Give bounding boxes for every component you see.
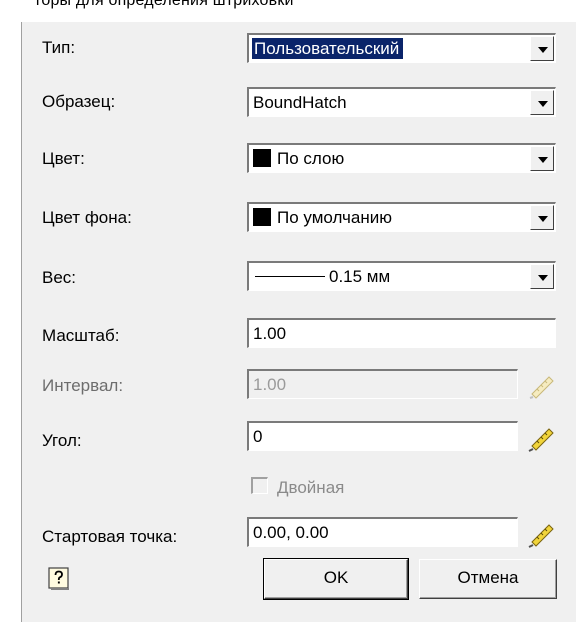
ruler-pencil-icon bbox=[529, 376, 554, 399]
angle-value: 0 bbox=[253, 427, 263, 446]
double-label: Двойная bbox=[277, 478, 345, 497]
chevron-down-icon[interactable] bbox=[530, 36, 554, 61]
color-label: Цвет: bbox=[42, 149, 85, 168]
scale-label: Масштаб: bbox=[42, 326, 120, 345]
type-value: Пользовательский bbox=[252, 38, 404, 59]
scale-input[interactable]: 1.00 bbox=[247, 318, 556, 348]
color-dropdown[interactable]: По слою bbox=[247, 143, 556, 173]
scale-value: 1.00 bbox=[253, 324, 287, 343]
angle-pick-button[interactable] bbox=[525, 419, 559, 453]
angle-label: Угол: bbox=[42, 431, 82, 450]
interval-pick-button bbox=[525, 367, 559, 401]
background-text-fragment: торы для определения штриховки bbox=[0, 0, 576, 22]
ruler-pencil-icon bbox=[528, 428, 554, 452]
pattern-value: BoundHatch bbox=[253, 93, 347, 112]
type-label: Тип: bbox=[42, 38, 76, 57]
pattern-label: Образец: bbox=[42, 92, 116, 111]
chevron-down-icon[interactable] bbox=[530, 264, 554, 289]
start-point-label: Стартовая точка: bbox=[42, 527, 178, 546]
start-point-input[interactable]: 0.00, 0.00 bbox=[247, 517, 518, 547]
chevron-down-icon[interactable] bbox=[530, 205, 554, 230]
bg-color-value: По умолчанию bbox=[277, 208, 392, 227]
bg-color-dropdown[interactable]: По умолчанию bbox=[247, 202, 556, 232]
start-point-pick-button[interactable] bbox=[525, 515, 559, 549]
chevron-down-icon[interactable] bbox=[530, 146, 554, 171]
help-button[interactable] bbox=[46, 566, 72, 592]
cancel-button[interactable]: Отмена bbox=[419, 559, 557, 599]
bg-color-swatch bbox=[253, 208, 271, 226]
background-text: торы для определения штриховки bbox=[34, 0, 294, 9]
weight-dropdown[interactable]: 0.15 мм bbox=[247, 261, 556, 291]
chevron-down-icon[interactable] bbox=[530, 90, 554, 115]
color-swatch bbox=[253, 149, 271, 167]
double-checkbox bbox=[251, 477, 268, 494]
interval-input: 1.00 bbox=[247, 369, 518, 399]
weight-label: Вес: bbox=[42, 268, 77, 287]
help-icon bbox=[48, 567, 69, 590]
bg-color-label: Цвет фона: bbox=[42, 208, 132, 227]
type-dropdown[interactable]: Пользовательский bbox=[247, 33, 556, 63]
angle-input[interactable]: 0 bbox=[247, 421, 518, 451]
lineweight-sample bbox=[255, 276, 325, 277]
hatch-properties-dialog: Тип: Пользовательский Образец: BoundHatc… bbox=[21, 22, 576, 622]
start-point-value: 0.00, 0.00 bbox=[253, 523, 329, 542]
interval-value: 1.00 bbox=[253, 375, 287, 394]
ruler-pencil-icon bbox=[528, 524, 554, 548]
weight-value: 0.15 мм bbox=[329, 267, 391, 286]
interval-label: Интервал: bbox=[42, 376, 124, 395]
pattern-dropdown[interactable]: BoundHatch bbox=[247, 87, 556, 117]
ok-button[interactable]: OK bbox=[263, 558, 409, 600]
color-value: По слою bbox=[277, 149, 345, 168]
